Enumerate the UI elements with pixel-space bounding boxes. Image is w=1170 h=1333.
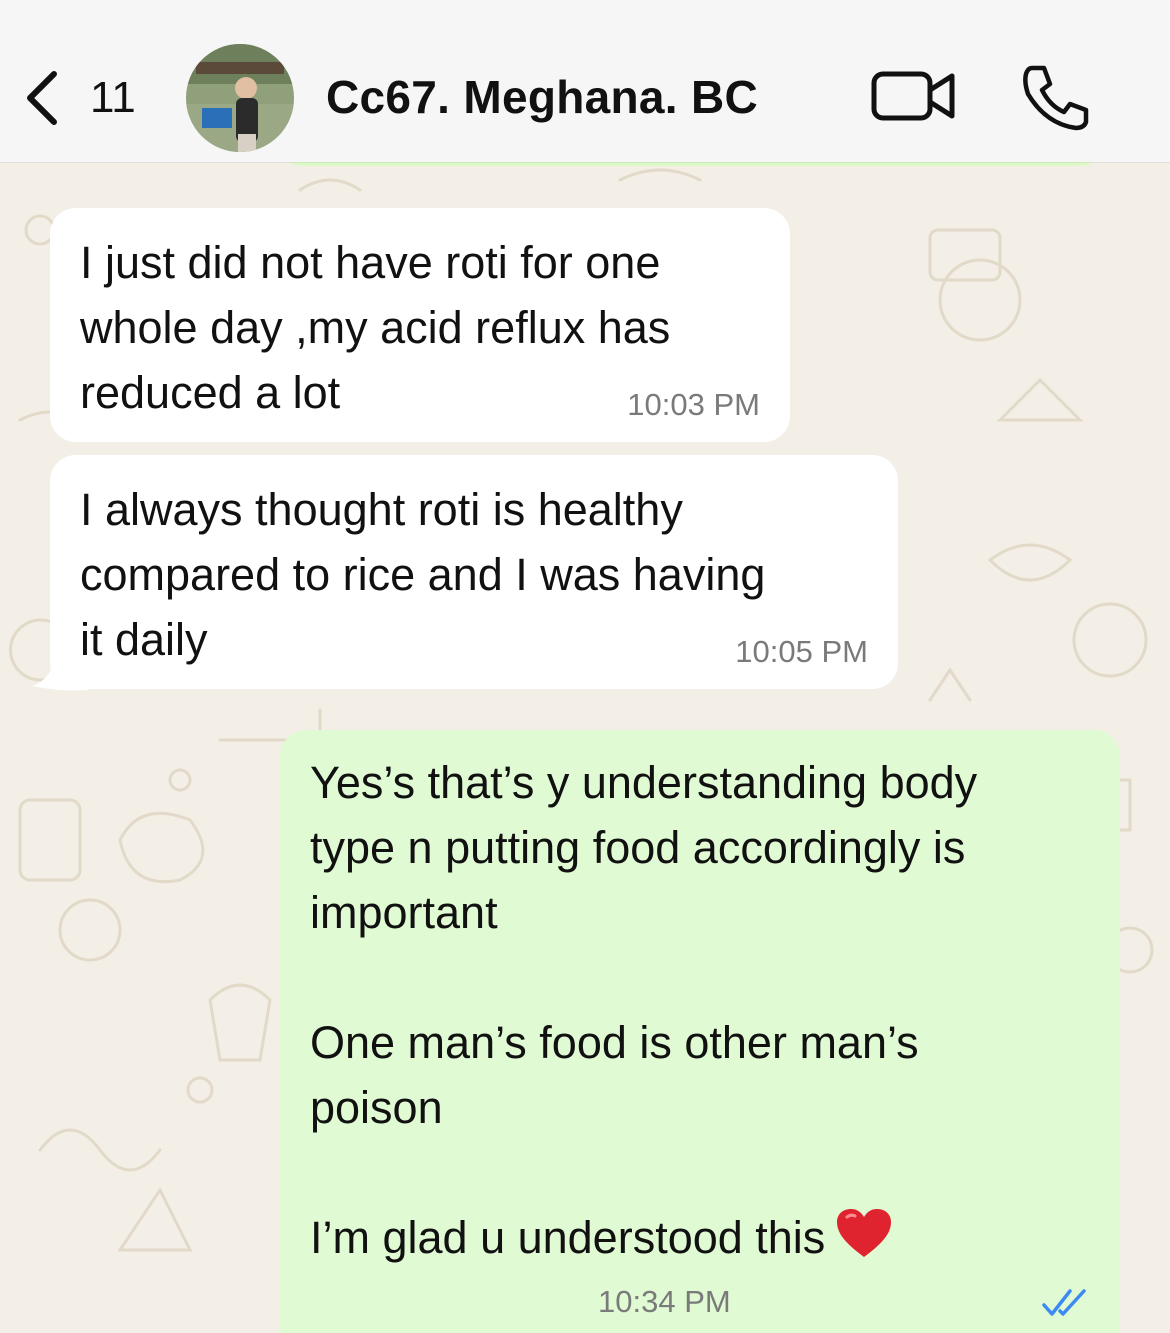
- message-time: 10:34 PM: [598, 1284, 731, 1319]
- message-time: 10:05 PM: [735, 634, 868, 669]
- message-text: Yes’s that’s y understanding body type n…: [310, 757, 978, 1263]
- video-camera-icon: [871, 71, 955, 121]
- chevron-left-icon: [27, 71, 57, 125]
- contact-avatar[interactable]: [186, 44, 294, 152]
- heart-emoji: [837, 1209, 892, 1257]
- phone-icon: [1023, 65, 1089, 131]
- incoming-message[interactable]: I always thought roti is healthy compare…: [50, 455, 898, 689]
- avatar-photo: [186, 44, 294, 152]
- outgoing-message[interactable]: Yes’s that’s y understanding body type n…: [280, 730, 1120, 1333]
- unread-count: 11: [90, 73, 136, 122]
- incoming-message[interactable]: I just did not have roti for one whole d…: [50, 208, 790, 442]
- message-text: I just did not have roti for one whole d…: [80, 237, 671, 418]
- read-double-check-icon: [1042, 1289, 1086, 1316]
- message-text-block: Yes’s that’s y understanding body type n…: [310, 750, 977, 1270]
- message-text: I always thought roti is healthy compare…: [80, 484, 766, 665]
- back-button[interactable]: 11: [22, 66, 152, 130]
- contact-name[interactable]: Cc67. Meghana. BC: [326, 70, 758, 124]
- voice-call-button[interactable]: [1018, 62, 1092, 132]
- chat-header: 11 Cc67. Meghana. BC: [0, 0, 1170, 162]
- video-call-button[interactable]: [868, 64, 958, 128]
- message-time: 10:03 PM: [627, 387, 760, 422]
